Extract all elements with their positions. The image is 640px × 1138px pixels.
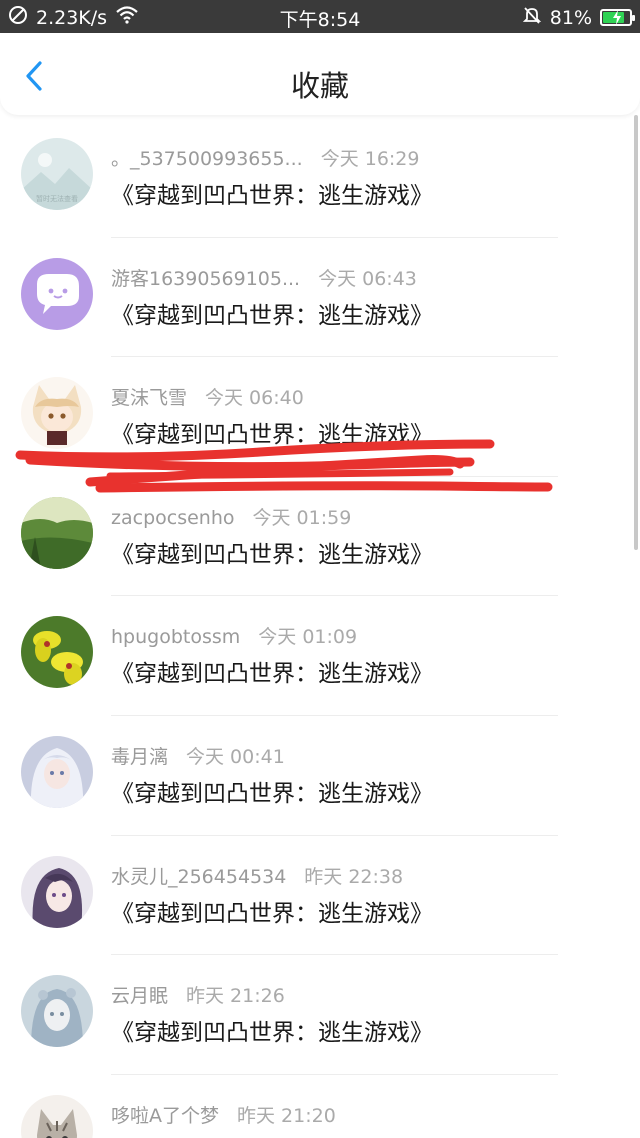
list-item[interactable]: 游客16390569105... 今天 06:43 《穿越到凹凸世界：逃生游戏》 <box>0 238 640 358</box>
avatar[interactable] <box>21 496 93 569</box>
timestamp: 今天 06:43 <box>318 267 417 290</box>
page-title: 收藏 <box>290 69 349 103</box>
book-title[interactable]: 《穿越到凹凸世界：逃生游戏》 <box>111 774 433 808</box>
timestamp: 昨天 21:20 <box>237 1104 336 1127</box>
avatar[interactable]: 暂时无法查看 <box>21 138 93 210</box>
timestamp: 今天 01:09 <box>258 626 358 649</box>
avatar[interactable] <box>21 1094 93 1138</box>
username: 。_537500993655... <box>111 148 303 170</box>
username: 云月眠 <box>111 985 169 1008</box>
list-item[interactable]: 毒月漓 今天 00:41 《穿越到凹凸世界：逃生游戏》 <box>0 716 640 836</box>
username: 水灵儿_256454534 <box>111 865 287 888</box>
nav-header: 收藏 <box>0 33 640 115</box>
username: 毒月漓 <box>111 745 169 768</box>
book-title[interactable]: 《穿越到凹凸世界：逃生游戏》 <box>111 176 433 210</box>
book-title[interactable]: 《穿越到凹凸世界：逃生游戏》 <box>111 535 433 569</box>
favorites-list: 暂时无法查看 。_537500993655... 今天 16:29 《穿越到凹凸世… <box>0 118 640 1138</box>
avatar-caption: 暂时无法查看 <box>36 194 78 203</box>
username: 夏沫飞雪 <box>111 387 188 410</box>
timestamp: 今天 01:59 <box>252 506 352 529</box>
status-bar: 2.23K/s 下午8:54 81% <box>0 0 640 33</box>
book-title[interactable]: 《穿越到凹凸世界：逃生游戏》 <box>111 654 433 688</box>
battery-charging-icon <box>600 9 635 26</box>
avatar[interactable] <box>21 855 93 928</box>
list-item[interactable]: 夏沫飞雪 今天 06:40 《穿越到凹凸世界：逃生游戏》 <box>0 357 640 477</box>
list-item[interactable]: 暂时无法查看 。_537500993655... 今天 16:29 《穿越到凹凸世… <box>0 118 640 238</box>
book-title[interactable]: 《穿越到凹凸世界：逃生游戏》 <box>111 894 433 928</box>
favorites-screen: 2.23K/s 下午8:54 81% 收藏 暂时无法查看 。_537500993… <box>0 0 640 1138</box>
list-item[interactable]: 水灵儿_256454534 昨天 22:38 《穿越到凹凸世界：逃生游戏》 <box>0 836 640 956</box>
avatar[interactable] <box>21 257 93 330</box>
timestamp: 今天 00:41 <box>186 745 285 768</box>
timestamp: 昨天 21:26 <box>186 985 285 1008</box>
scrollbar[interactable] <box>634 115 638 550</box>
list-item[interactable]: hpugobtossm 今天 01:09 《穿越到凹凸世界：逃生游戏》 <box>0 596 640 716</box>
battery-percent: 81% <box>549 6 592 29</box>
book-title[interactable]: 《穿越到凹凸世界：逃生游戏》 <box>111 1133 433 1138</box>
bell-mute-icon <box>522 5 542 30</box>
username: zacpocsenho <box>111 506 235 529</box>
book-title[interactable]: 《穿越到凹凸世界：逃生游戏》 <box>111 1013 433 1047</box>
username: 游客16390569105... <box>111 267 301 290</box>
timestamp: 今天 16:29 <box>320 148 420 170</box>
avatar[interactable] <box>21 377 93 450</box>
avatar[interactable] <box>21 975 93 1048</box>
book-title[interactable]: 《穿越到凹凸世界：逃生游戏》 <box>111 296 433 330</box>
list-item[interactable]: 哆啦A了个梦昨天 21:20 《穿越到凹凸世界：逃生游戏》 <box>0 1075 640 1138</box>
avatar[interactable] <box>21 735 93 808</box>
username: 哆啦A了个梦 <box>111 1104 219 1127</box>
timestamp: 昨天 22:38 <box>304 865 404 888</box>
book-title[interactable]: 《穿越到凹凸世界：逃生游戏》 <box>111 415 433 449</box>
avatar[interactable] <box>21 616 93 689</box>
list-item[interactable]: zacpocsenho 今天 01:59 《穿越到凹凸世界：逃生游戏》 <box>0 477 640 597</box>
list-item[interactable]: 云月眠 昨天 21:26 《穿越到凹凸世界：逃生游戏》 <box>0 955 640 1075</box>
timestamp: 今天 06:40 <box>205 387 304 410</box>
username: hpugobtossm <box>111 626 241 649</box>
